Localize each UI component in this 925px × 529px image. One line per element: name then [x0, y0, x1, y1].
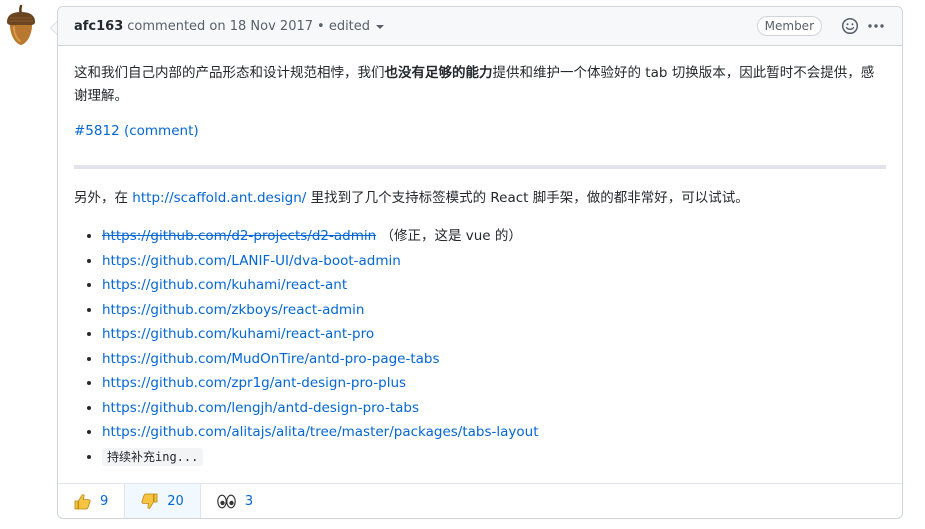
- p2-after: 里找到了几个支持标签模式的 React 脚手架，做的都非常好，可以试试。: [306, 190, 749, 206]
- list-item: https://github.com/zkboys/react-admin: [102, 298, 886, 323]
- link-react-admin[interactable]: https://github.com/zkboys/react-admin: [102, 302, 364, 318]
- eyes-icon: [217, 494, 236, 508]
- comment-header: afc163 commented on 18 Nov 2017 • edited…: [58, 7, 902, 46]
- link-antd-pro-page-tabs[interactable]: https://github.com/MudOnTire/antd-pro-pa…: [102, 351, 440, 367]
- chevron-down-icon: [376, 25, 385, 29]
- list-item: https://github.com/kuhami/react-ant: [102, 273, 886, 298]
- link-react-ant[interactable]: https://github.com/kuhami/react-ant: [102, 277, 347, 293]
- list-item: https://github.com/MudOnTire/antd-pro-pa…: [102, 347, 886, 372]
- list-item: https://github.com/d2-projects/d2-admin …: [102, 224, 886, 249]
- thumbs-up-icon: [74, 493, 91, 509]
- list-item: https://github.com/alitajs/alita/tree/ma…: [102, 420, 886, 445]
- thumbs-down-icon: [141, 493, 158, 509]
- reaction-thumbs-down[interactable]: 20: [124, 484, 201, 518]
- member-badge: Member: [756, 16, 822, 36]
- inline-code: 持续补充ing...: [102, 447, 204, 466]
- link-note: （修正，这是 vue 的）: [376, 228, 522, 244]
- reactions-bar: 9 20 3: [58, 483, 902, 518]
- issue-ref-link[interactable]: #5812 (comment): [74, 123, 199, 139]
- link-ant-design-pro-plus[interactable]: https://github.com/zpr1g/ant-design-pro-…: [102, 375, 406, 391]
- link-dva-boot-admin[interactable]: https://github.com/LANIF-UI/dva-boot-adm…: [102, 253, 401, 269]
- list-item: https://github.com/kuhami/react-ant-pro: [102, 322, 886, 347]
- page: afc163 commented on 18 Nov 2017 • edited…: [0, 0, 925, 529]
- reaction-eyes[interactable]: 3: [201, 484, 269, 518]
- link-antd-design-pro-tabs[interactable]: https://github.com/lengjh/antd-design-pr…: [102, 400, 419, 416]
- link-alita-tabs-layout[interactable]: https://github.com/alitajs/alita/tree/ma…: [102, 424, 539, 440]
- reaction-thumbs-up[interactable]: 9: [58, 484, 124, 518]
- thumbs-down-count: 20: [167, 493, 184, 509]
- scaffold-link[interactable]: http://scaffold.ant.design/: [132, 190, 306, 206]
- p1-bold: 也没有足够的能力: [384, 65, 493, 81]
- list-item: https://github.com/LANIF-UI/dva-boot-adm…: [102, 249, 886, 274]
- edited-label: • edited: [317, 18, 371, 34]
- paragraph-1: 这和我们自己内部的产品形态和设计规范相悖，我们也没有足够的能力提供和维护一个体验…: [74, 62, 886, 108]
- paragraph-ref: #5812 (comment): [74, 120, 886, 143]
- eyes-count: 3: [244, 493, 254, 509]
- link-d2-admin[interactable]: https://github.com/d2-projects/d2-admin: [102, 228, 376, 244]
- list-item: https://github.com/zpr1g/ant-design-pro-…: [102, 371, 886, 396]
- p2-before: 另外，在: [74, 190, 133, 206]
- comment-box: afc163 commented on 18 Nov 2017 • edited…: [57, 6, 903, 519]
- smiley-icon[interactable]: [840, 16, 860, 36]
- link-list: https://github.com/d2-projects/d2-admin …: [74, 224, 886, 469]
- divider: [74, 165, 886, 169]
- paragraph-2: 另外，在 http://scaffold.ant.design/ 里找到了几个支…: [74, 187, 886, 210]
- list-item: https://github.com/lengjh/antd-design-pr…: [102, 396, 886, 421]
- author-link[interactable]: afc163: [74, 19, 123, 34]
- edited-dropdown[interactable]: • edited: [313, 18, 385, 34]
- thumbs-up-count: 9: [100, 493, 109, 509]
- p1-before: 这和我们自己内部的产品形态和设计规范相悖，我们: [74, 65, 385, 81]
- comment-meta: commented on 18 Nov 2017: [127, 18, 314, 34]
- acorn-icon[interactable]: [4, 4, 38, 46]
- kebab-icon[interactable]: [866, 16, 886, 36]
- link-react-ant-pro[interactable]: https://github.com/kuhami/react-ant-pro: [102, 326, 374, 342]
- comment-body: 这和我们自己内部的产品形态和设计规范相悖，我们也没有足够的能力提供和维护一个体验…: [58, 46, 902, 469]
- list-item: 持续补充ing...: [102, 445, 886, 470]
